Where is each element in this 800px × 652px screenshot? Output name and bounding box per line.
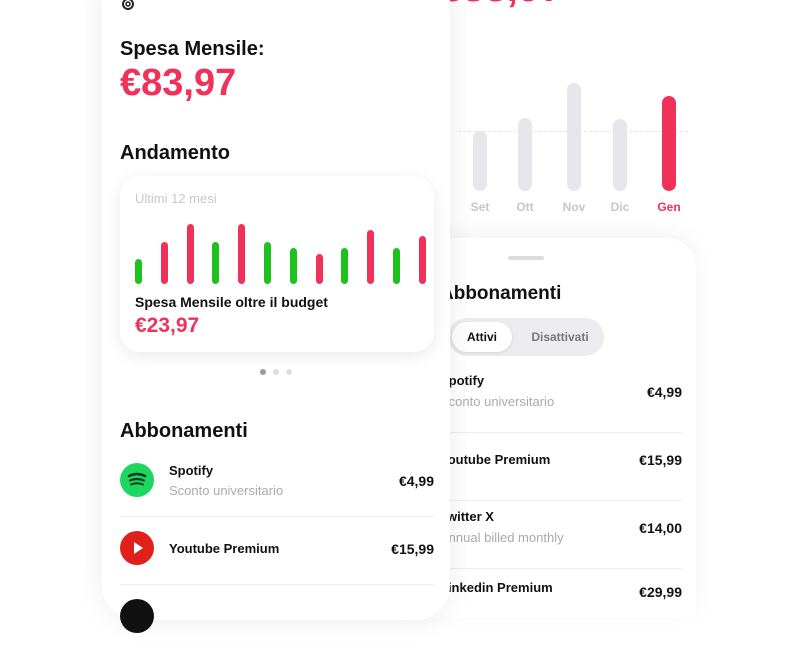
month-bar [212, 242, 220, 284]
subscription-price: €4,99 [646, 384, 682, 400]
month-bar [341, 248, 349, 284]
monthly-spend-value: €83,97 [120, 62, 237, 104]
background-amount: €83,97 [440, 0, 562, 11]
tab-disattivati[interactable]: Disattivati [520, 322, 600, 352]
month-label: Gen [657, 200, 681, 214]
month-bar[interactable] [662, 96, 676, 191]
month-label: Ott [516, 200, 534, 214]
trend-title: Andamento [120, 142, 230, 164]
list-item[interactable]: Linkedin Premium €29,99 [440, 568, 682, 636]
subscription-name: Youtube Premium [440, 452, 551, 467]
month-label: Dic [610, 200, 630, 214]
list-item[interactable]: Spotify Sconto universitario €4,99 [120, 448, 434, 517]
monthly-spend-label: Spesa Mensile: [120, 38, 265, 60]
list-item[interactable]: Twitter X Annual billed monthly €14,00 [440, 500, 682, 569]
x-icon [120, 599, 154, 633]
month-bar[interactable] [473, 131, 487, 191]
gear-icon[interactable] [120, 0, 136, 17]
subscription-price: €15,99 [639, 452, 682, 468]
page-dot[interactable] [273, 369, 279, 375]
month-bar [186, 224, 194, 284]
page-dot[interactable] [286, 369, 292, 375]
period-label: Ultimi 12 mesi [135, 191, 217, 206]
over-budget-label: Spesa Mensile oltre il budget [135, 294, 328, 310]
twelve-month-chart [135, 216, 426, 284]
list-item[interactable]: Youtube Premium €15,99 [440, 432, 682, 501]
subscriptions-title: Abbonamenti [120, 420, 248, 442]
subscription-price: €14,00 [639, 520, 682, 536]
subscription-price: €29,99 [639, 584, 682, 600]
subscription-name: Youtube Premium [169, 541, 280, 556]
youtube-icon [120, 531, 154, 565]
subscription-name: Linkedin Premium [440, 580, 553, 595]
page-dot[interactable] [260, 369, 266, 375]
month-label: Nov [562, 200, 586, 214]
month-bar [367, 230, 375, 284]
subscription-price: €4,99 [398, 473, 434, 489]
month-bar[interactable] [518, 118, 532, 191]
month-bar [418, 236, 426, 284]
subscription-name: Spotify [169, 463, 214, 478]
month-bar [160, 242, 168, 284]
month-bar [264, 242, 271, 284]
sheet-title: Abbonamenti [440, 283, 562, 304]
spotify-icon [120, 463, 154, 497]
month-bar [393, 248, 400, 284]
status-segmented-control: Attivi Disattivati [448, 318, 604, 356]
subscription-note: Annual billed monthly [440, 530, 564, 545]
month-bar [289, 248, 297, 284]
trend-card[interactable]: Ultimi 12 mesi Spesa Mensile oltre il bu… [120, 176, 434, 352]
month-label: Set [470, 200, 490, 214]
over-budget-value: €23,97 [135, 314, 200, 337]
phone-screen: Spesa Mensile: €83,97 Andamento Ultimi 1… [102, 0, 450, 633]
list-item[interactable] [120, 584, 434, 652]
subscription-note: Sconto universitario [440, 394, 555, 409]
month-bar [315, 254, 323, 284]
subscription-price: €15,99 [391, 541, 434, 557]
month-bar[interactable] [613, 119, 627, 191]
month-bar[interactable] [567, 83, 581, 191]
month-bar [135, 259, 142, 284]
tab-attivi[interactable]: Attivi [452, 322, 512, 352]
list-item[interactable]: Youtube Premium €15,99 [120, 516, 434, 585]
month-bar [238, 224, 246, 284]
list-item[interactable]: Spotify Sconto universitario €4,99 [440, 364, 682, 433]
subscription-note: Sconto universitario [169, 483, 284, 498]
sheet-handle[interactable] [508, 256, 544, 260]
